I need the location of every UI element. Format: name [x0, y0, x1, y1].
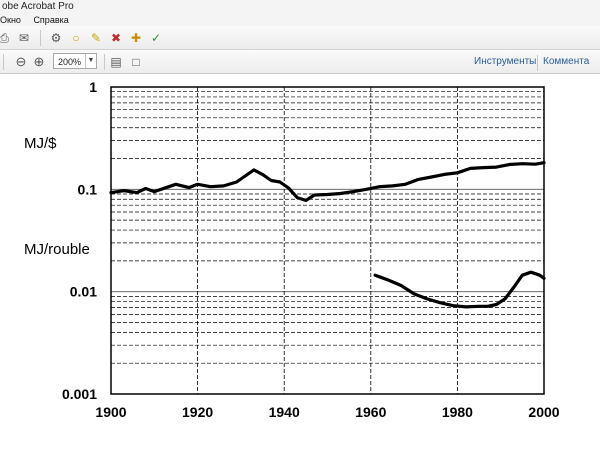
comment-icon[interactable]: ○	[68, 30, 84, 46]
series-line-0	[109, 161, 546, 203]
insert-page-icon[interactable]: ✚	[128, 30, 144, 46]
y-tick-label: 0.1	[78, 181, 98, 197]
zoom-level-value: 200%	[58, 57, 82, 67]
zoom-in-icon[interactable]: ⊕	[31, 54, 47, 70]
toolbar-separator	[40, 30, 41, 46]
y-tick-label: 0.01	[70, 284, 97, 300]
axis-ticks: 1900 1920 1940 1960 1980 2000 1 0.1 0.01 0.001	[62, 79, 560, 420]
toolbar-separator	[3, 54, 4, 70]
email-icon[interactable]: ✉	[16, 30, 32, 46]
highlight-icon[interactable]: ✎	[88, 30, 104, 46]
tools-pane-link[interactable]: Инструменты	[474, 55, 536, 69]
y-tick-label: 0.001	[62, 386, 97, 402]
toolbar-separator	[537, 55, 538, 71]
x-tick-label: 1980	[442, 404, 473, 420]
zoom-level-field[interactable]: 200% ▼	[53, 53, 97, 69]
extract-page-icon[interactable]: ✓	[148, 30, 164, 46]
chevron-down-icon[interactable]: ▼	[85, 54, 96, 68]
navigation-toolbar: ⊖ ⊕ 200% ▼ ▤ □ Инструменты Коммента	[0, 50, 600, 74]
x-tick-label: 1940	[269, 404, 300, 420]
grid-lines	[111, 87, 544, 394]
x-tick-label: 1960	[355, 404, 386, 420]
annotation-mj-per-rouble: MJ/rouble	[24, 241, 90, 258]
comments-pane-link[interactable]: Коммента	[543, 55, 589, 69]
annotation-mj-per-dollar: MJ/$	[24, 135, 57, 152]
window-title: obe Acrobat Pro	[0, 0, 600, 14]
fit-page-icon[interactable]: □	[128, 54, 144, 70]
page-layout-icon[interactable]: ▤	[108, 54, 124, 70]
data-series	[109, 161, 546, 309]
menu-item-window[interactable]: Окно	[0, 14, 21, 26]
x-tick-label: 2000	[528, 404, 559, 420]
print-icon[interactable]: ⎙	[0, 30, 12, 46]
menu-item-help[interactable]: Справка	[33, 14, 68, 26]
document-view[interactable]: 1900 1920 1940 1960 1980 2000 1 0.1 0.01 0.001 MJ…	[0, 74, 600, 450]
y-tick-label: 1	[89, 79, 97, 95]
toolbar-separator	[104, 54, 105, 70]
main-toolbar: ⎙ ✉ ⚙ ○ ✎ ✖ ✚ ✓	[0, 26, 600, 50]
menu-bar: Окно Справка	[0, 14, 600, 26]
gear-icon[interactable]: ⚙	[48, 30, 64, 46]
x-tick-label: 1900	[95, 404, 126, 420]
energy-intensity-chart: 1900 1920 1940 1960 1980 2000 1 0.1 0.01 0.001 MJ…	[24, 79, 560, 420]
plot-frame	[110, 86, 545, 395]
delete-page-icon[interactable]: ✖	[108, 30, 124, 46]
x-tick-label: 1920	[182, 404, 213, 420]
zoom-out-icon[interactable]: ⊖	[13, 54, 29, 70]
